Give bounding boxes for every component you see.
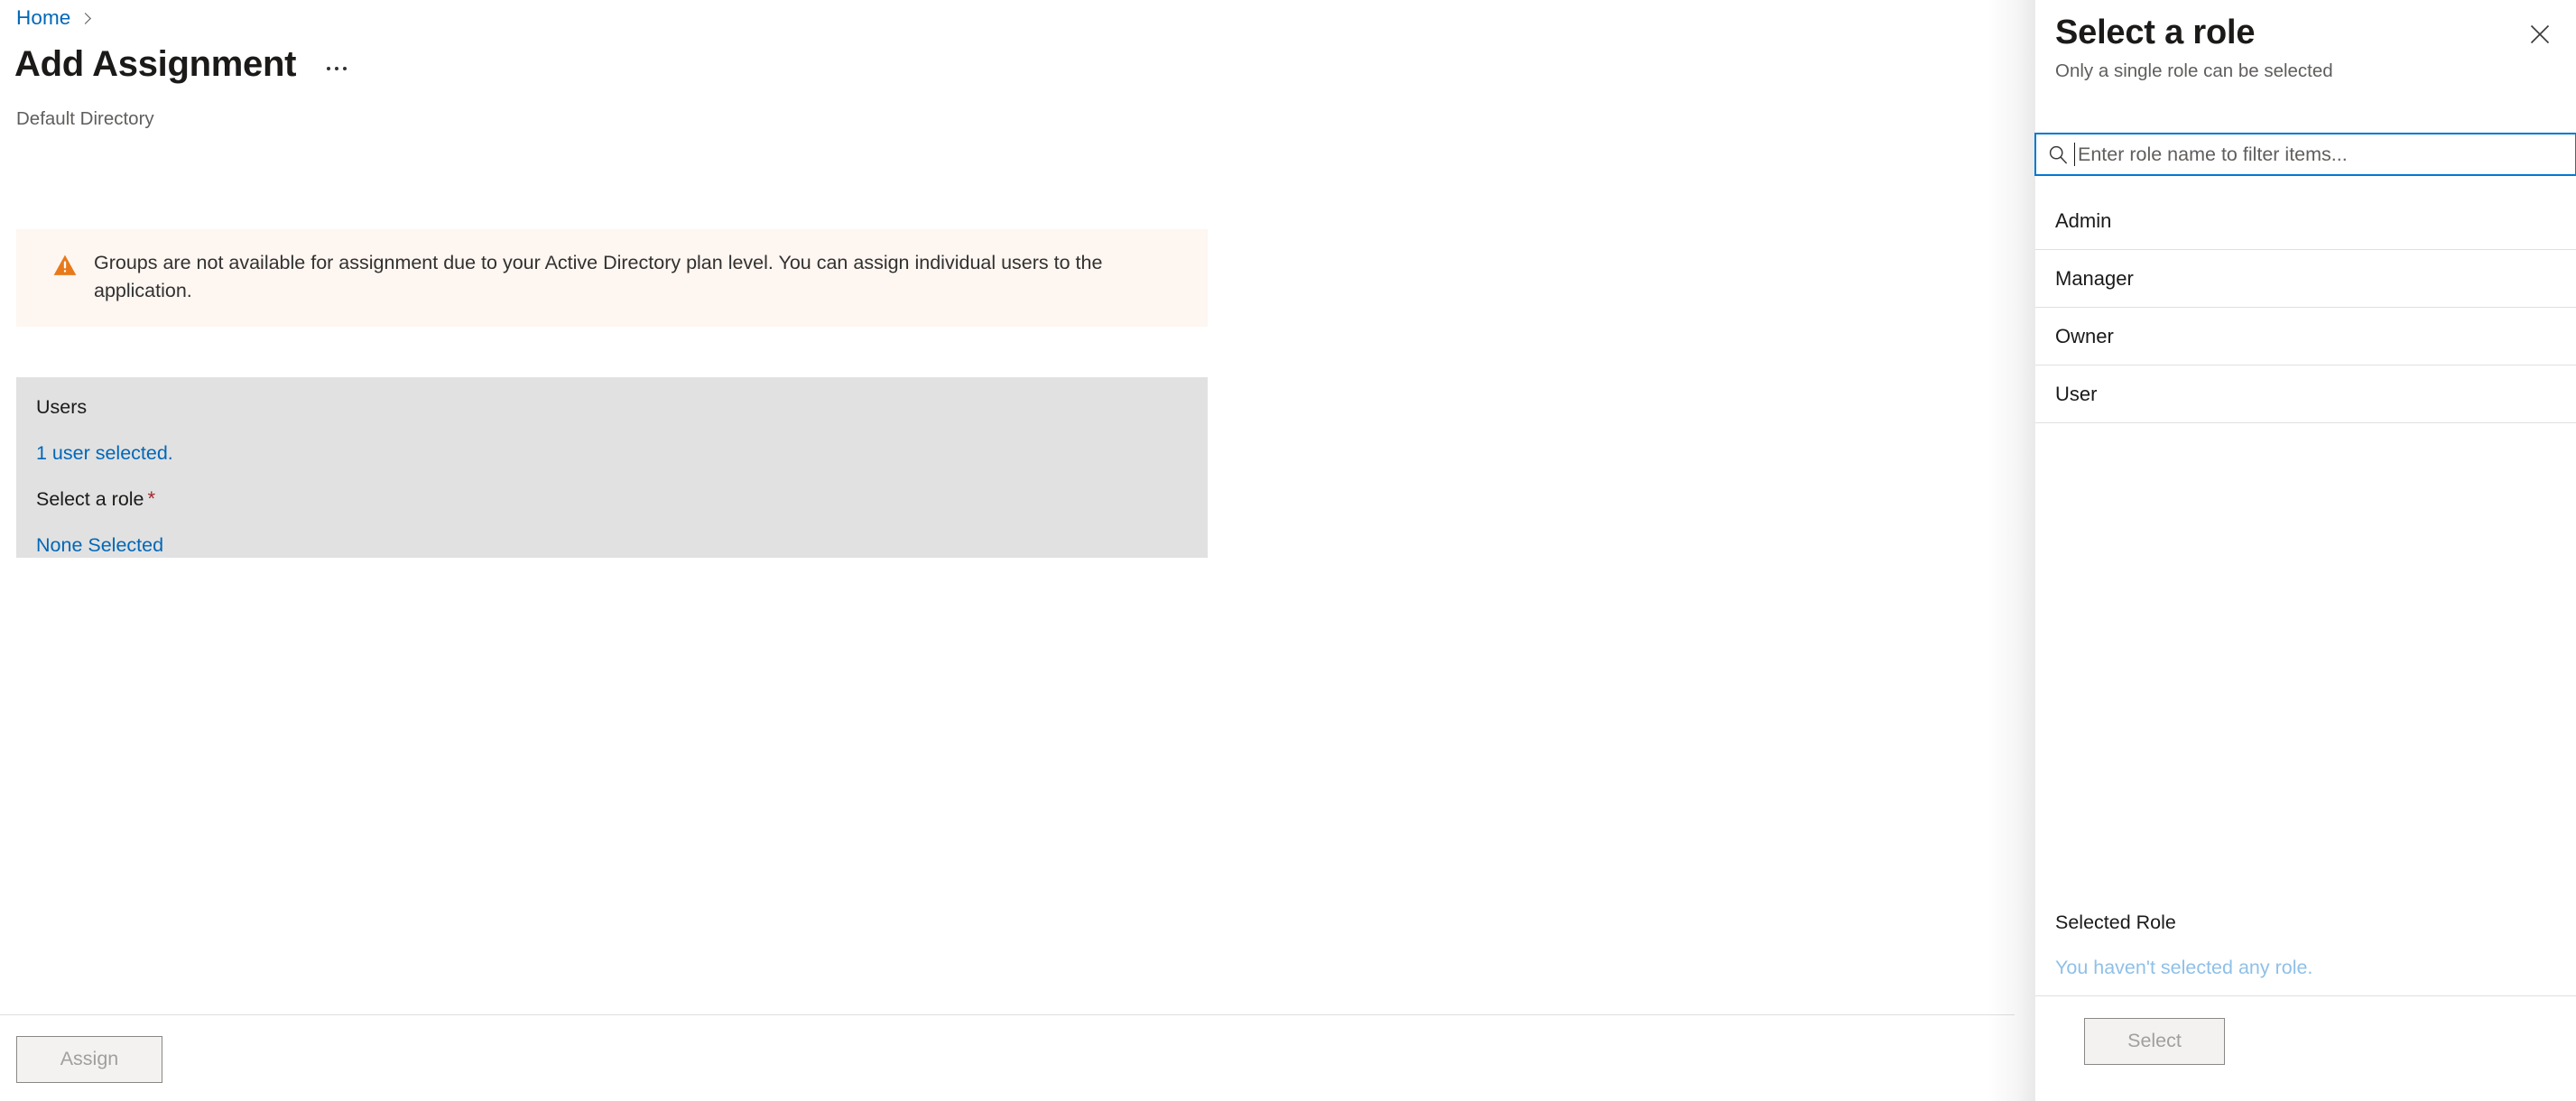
- breadcrumb: Home: [16, 6, 92, 30]
- page-title-row: Add Assignment: [14, 43, 352, 85]
- role-field-label-text: Select a role: [36, 488, 144, 510]
- pane-title: Select a role: [2055, 14, 2256, 51]
- main-blade: Home Add Assignment Default Directory Gr…: [0, 0, 2015, 1101]
- selected-role-label: Selected Role: [2055, 911, 2176, 933]
- role-name: Owner: [2055, 324, 2114, 347]
- ellipsis-icon[interactable]: [321, 60, 352, 78]
- ellipsis-dot: [327, 67, 331, 70]
- role-list: Admin Manager Owner User: [2035, 192, 2576, 423]
- role-name: User: [2055, 382, 2098, 405]
- pane-footer: Select: [2035, 996, 2576, 1101]
- select-button[interactable]: Select: [2084, 1018, 2225, 1065]
- app-root: Home Add Assignment Default Directory Gr…: [0, 0, 2576, 1101]
- role-filter-container[interactable]: [2034, 133, 2576, 176]
- chevron-right-icon: [79, 12, 92, 24]
- role-name: Admin: [2055, 208, 2112, 232]
- users-selected-link[interactable]: 1 user selected.: [16, 441, 193, 465]
- blade-footer: Assign: [0, 1014, 2015, 1101]
- required-marker: *: [147, 487, 156, 510]
- select-role-pane: Select a role Only a single role can be …: [2034, 0, 2576, 1101]
- close-icon[interactable]: [2520, 14, 2560, 54]
- assign-button[interactable]: Assign: [16, 1036, 162, 1083]
- selected-role-empty-text: You haven't selected any role.: [2055, 957, 2313, 978]
- users-field-label: Users: [36, 396, 88, 418]
- page-subtitle: Default Directory: [16, 108, 154, 129]
- assignment-form-panel: Users 1 user selected. Select a role * No…: [16, 377, 1208, 558]
- role-list-item-owner[interactable]: Owner: [2035, 308, 2576, 365]
- page-title: Add Assignment: [14, 44, 297, 84]
- role-filter-input[interactable]: [2075, 139, 2566, 170]
- pane-header: Select a role Only a single role can be …: [2035, 0, 2576, 108]
- ellipsis-dot: [343, 67, 347, 70]
- role-list-item-manager[interactable]: Manager: [2035, 250, 2576, 308]
- pane-subtitle: Only a single role can be selected: [2055, 60, 2333, 81]
- close-icon-glyph: [2530, 24, 2550, 44]
- role-field-label: Select a role *: [16, 487, 1208, 511]
- search-icon: [2049, 145, 2067, 164]
- ellipsis-dot: [335, 67, 339, 70]
- role-list-item-admin[interactable]: Admin: [2035, 192, 2576, 250]
- role-selected-link[interactable]: None Selected: [16, 533, 183, 557]
- warning-banner: Groups are not available for assignment …: [16, 229, 1208, 327]
- warning-message: Groups are not available for assignment …: [94, 252, 1103, 301]
- warning-triangle-icon: [53, 254, 77, 275]
- breadcrumb-item-home[interactable]: Home: [16, 6, 70, 30]
- role-name: Manager: [2055, 266, 2134, 290]
- role-list-item-user[interactable]: User: [2035, 365, 2576, 423]
- selected-role-section: Selected Role You haven't selected any r…: [2035, 911, 2576, 996]
